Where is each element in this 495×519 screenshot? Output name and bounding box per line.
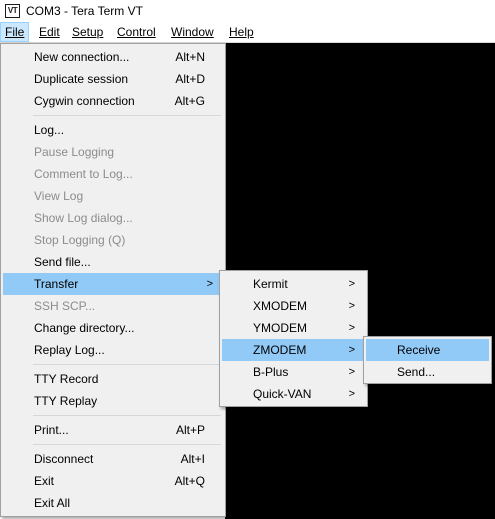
menu-item-tty-replay[interactable]: TTY Replay [3, 390, 223, 412]
menu-window[interactable]: Window [167, 22, 218, 42]
menu-item-comment-to-log: Comment to Log... [34, 167, 133, 181]
menu-item-disconnect[interactable]: Disconnect Alt+I [3, 448, 223, 470]
menu-item-send[interactable]: Send... [366, 361, 489, 383]
menu-item-cygwin-connection[interactable]: Cygwin connection Alt+G [3, 90, 223, 112]
menu-item-exit[interactable]: Exit Alt+Q [3, 470, 223, 492]
transfer-submenu: Kermit > XMODEM > YMODEM > ZMODEM > B-Pl… [219, 270, 368, 407]
menu-item-tty-record[interactable]: TTY Record [3, 368, 223, 390]
menu-item-stop-logging: Stop Logging (Q) [34, 233, 126, 247]
menu-item-pause-logging: Pause Logging [34, 145, 115, 159]
file-menu: New connection... Alt+N Duplicate session… [0, 43, 226, 517]
menu-item-transfer[interactable]: Transfer > [3, 273, 223, 295]
menu-item-print[interactable]: Print... Alt+P [3, 419, 223, 441]
menu-item-log[interactable]: Log... [3, 119, 223, 141]
menu-item-ymodem[interactable]: YMODEM > [222, 317, 365, 339]
menu-separator [33, 444, 221, 445]
zmodem-submenu: Receive Send... [363, 336, 492, 384]
menu-item-xmodem[interactable]: XMODEM > [222, 295, 365, 317]
menu-item-ssh-scp: SSH SCP... [34, 299, 96, 313]
menu-item-view-log: View Log [34, 189, 84, 203]
menu-item-new-connection[interactable]: New connection... Alt+N [3, 46, 223, 68]
menu-setup[interactable]: Setup [68, 22, 107, 42]
menu-item-change-directory[interactable]: Change directory... [3, 317, 223, 339]
menu-separator [33, 364, 221, 365]
submenu-arrow-icon: > [348, 344, 355, 356]
title-bar: VT COM3 - Tera Term VT [0, 0, 495, 22]
submenu-arrow-icon: > [348, 322, 355, 334]
menu-edit[interactable]: Edit [35, 22, 64, 42]
menu-bar: File Edit Setup Control Window Help [0, 22, 495, 42]
menu-item-kermit[interactable]: Kermit > [222, 273, 365, 295]
submenu-arrow-icon: > [348, 300, 355, 312]
submenu-arrow-icon: > [348, 278, 355, 290]
submenu-arrow-icon: > [348, 366, 355, 378]
menu-item-send-file[interactable]: Send file... [3, 251, 223, 273]
menu-item-receive[interactable]: Receive [366, 339, 489, 361]
menu-separator [33, 415, 221, 416]
menu-control[interactable]: Control [113, 22, 160, 42]
submenu-arrow-icon: > [348, 388, 355, 400]
menu-item-quick-van[interactable]: Quick-VAN > [222, 383, 365, 405]
menu-item-duplicate-session[interactable]: Duplicate session Alt+D [3, 68, 223, 90]
menu-item-exit-all[interactable]: Exit All [3, 492, 223, 514]
teraterm-app-icon[interactable]: VT [5, 4, 20, 18]
window-title: COM3 - Tera Term VT [26, 4, 143, 18]
menu-separator [33, 115, 221, 116]
app-icon-text: VT [7, 6, 18, 15]
menu-file[interactable]: File [0, 22, 29, 42]
submenu-arrow-icon: > [206, 278, 213, 290]
menu-item-zmodem[interactable]: ZMODEM > [222, 339, 365, 361]
menu-item-show-log-dialog: Show Log dialog... [34, 211, 133, 225]
menu-help[interactable]: Help [225, 22, 258, 42]
menu-item-replay-log[interactable]: Replay Log... [3, 339, 223, 361]
menu-item-b-plus[interactable]: B-Plus > [222, 361, 365, 383]
